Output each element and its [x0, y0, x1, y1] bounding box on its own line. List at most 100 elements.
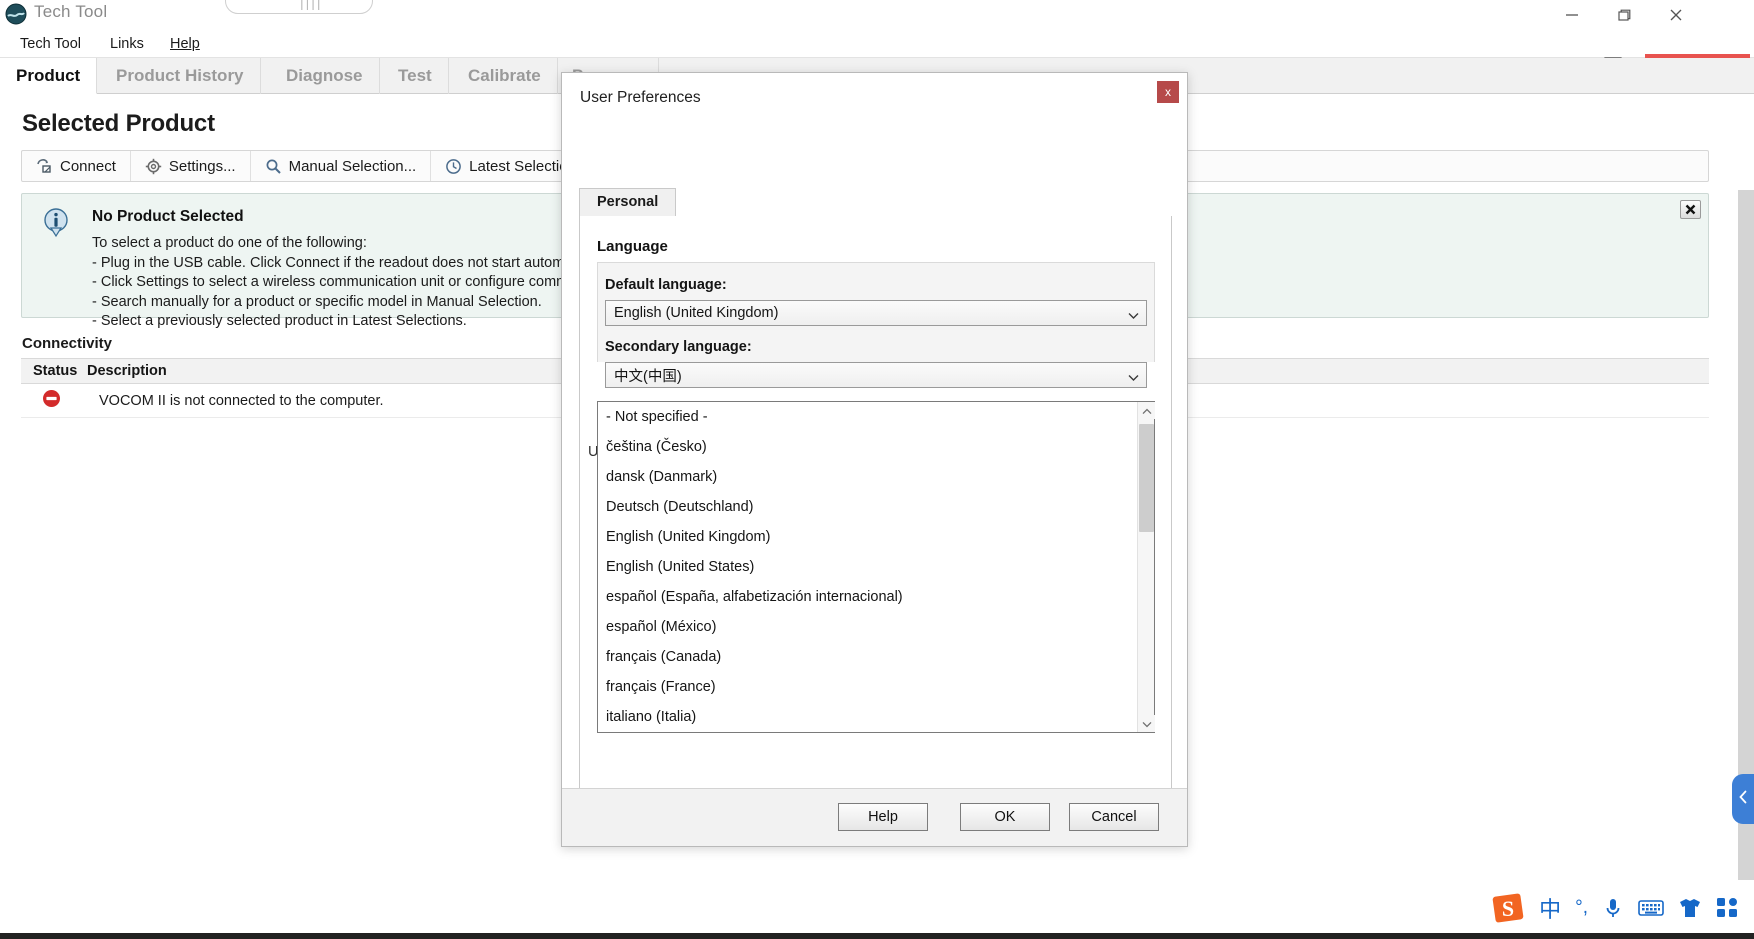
menu-label: Help — [170, 36, 200, 52]
ime-toolbar: S 中 °, — [1483, 888, 1746, 928]
info-icon — [42, 208, 70, 238]
svg-text:S: S — [1502, 896, 1514, 921]
tab-test[interactable]: Test — [382, 58, 449, 94]
dropdown-option[interactable]: français (France) — [598, 672, 1138, 702]
connect-icon — [36, 158, 53, 175]
cancel-button[interactable]: Cancel — [1069, 803, 1159, 831]
dropdown-option[interactable]: italiano (Italia) — [598, 702, 1138, 732]
help-button[interactable]: Help — [838, 803, 928, 831]
side-panel-toggle[interactable] — [1732, 774, 1754, 824]
dialog-close-button[interactable]: x — [1157, 81, 1179, 103]
dropdown-option-list: - Not specified - čeština (Česko) dansk … — [598, 402, 1138, 732]
menu-label: Links — [110, 36, 144, 52]
clock-icon — [445, 158, 462, 175]
titlebar-ghost-ticks: |||| — [300, 0, 323, 10]
dialog-footer: Help OK Cancel — [562, 788, 1187, 846]
button-label: OK — [995, 809, 1016, 825]
dropdown-option[interactable]: español (México) — [598, 612, 1138, 642]
status-cell — [21, 389, 81, 413]
tab-product[interactable]: Product — [0, 58, 97, 94]
secondary-language-value: 中文(中国) — [606, 365, 682, 386]
app-logo-icon — [4, 2, 28, 26]
taskbar: S 中 °, — [0, 880, 1754, 939]
tab-personal[interactable]: Personal — [579, 188, 676, 216]
scroll-up-button[interactable] — [1138, 402, 1155, 419]
default-language-combobox[interactable]: English (United Kingdom) — [605, 300, 1147, 326]
dialog-title: User Preferences — [580, 89, 701, 107]
menu-label: Tech Tool — [20, 36, 81, 52]
ok-button[interactable]: OK — [960, 803, 1050, 831]
titlebar-ghost-pill — [225, 0, 373, 14]
tab-label: Product History — [116, 66, 244, 85]
skin-icon[interactable] — [1678, 897, 1702, 919]
user-preferences-dialog: User Preferences x Personal Language Def… — [561, 72, 1188, 847]
dropdown-option[interactable]: français (Canada) — [598, 642, 1138, 672]
menu-item-links[interactable]: Links — [100, 30, 154, 58]
dropdown-option[interactable]: - Not specified - — [598, 402, 1138, 432]
infobox-line: - Select a previously selected product i… — [92, 312, 630, 332]
error-icon — [42, 389, 61, 413]
infobox-close-button[interactable] — [1680, 200, 1701, 219]
menu-item-tech-tool[interactable]: Tech Tool — [10, 30, 91, 58]
microphone-icon[interactable] — [1602, 896, 1624, 920]
menubar: Tech Tool Links Help Volvo Trucks — [0, 30, 1754, 58]
chevron-down-icon — [1142, 715, 1152, 733]
window-titlebar: Tech Tool |||| — [0, 0, 1754, 30]
dropdown-option[interactable]: English (United Kingdom) — [598, 522, 1138, 552]
dropdown-scrollbar[interactable] — [1137, 402, 1154, 732]
default-language-value: English (United Kingdom) — [606, 305, 778, 321]
infobox-line: - Plug in the USB cable. Click Connect i… — [92, 254, 630, 274]
toolbar-label: Manual Selection... — [289, 158, 417, 175]
column-header-description: Description — [81, 363, 167, 379]
window-maximize-button[interactable] — [1598, 0, 1650, 30]
keyboard-icon[interactable] — [1638, 898, 1664, 918]
tab-label: Test — [398, 66, 432, 85]
punctuation-icon[interactable]: °, — [1575, 897, 1588, 919]
chinese-mode-icon[interactable]: 中 — [1539, 892, 1561, 924]
button-label: Help — [868, 809, 898, 825]
page-title: Selected Product — [22, 110, 215, 138]
tab-calibrate[interactable]: Calibrate — [452, 58, 558, 94]
infobox-title: No Product Selected — [92, 208, 244, 226]
tab-label: Product — [16, 66, 80, 85]
scroll-down-button[interactable] — [1138, 715, 1155, 732]
dropdown-option[interactable]: español (España, alfabetización internac… — [598, 582, 1138, 612]
sogou-logo-icon[interactable]: S — [1491, 891, 1525, 925]
page-edge-strip — [1738, 190, 1754, 939]
tab-label: Calibrate — [468, 66, 541, 85]
secondary-language-dropdown[interactable]: - Not specified - čeština (Česko) dansk … — [597, 401, 1155, 733]
dropdown-option[interactable]: čeština (Česko) — [598, 432, 1138, 462]
infobox-body: To select a product do one of the follow… — [92, 234, 630, 332]
description-cell: VOCOM II is not connected to the compute… — [81, 393, 384, 409]
taskbar-bottom-strip — [0, 933, 1754, 939]
window-close-button[interactable] — [1650, 0, 1702, 30]
language-group-title: Language — [597, 238, 668, 255]
gear-icon — [145, 158, 162, 175]
column-header-status: Status — [21, 363, 81, 379]
infobox-line: - Click Settings to select a wireless co… — [92, 273, 630, 293]
connect-button[interactable]: Connect — [22, 151, 131, 181]
chevron-down-icon — [1128, 369, 1139, 387]
infobox-line: - Search manually for a product or speci… — [92, 293, 630, 313]
dropdown-option[interactable]: dansk (Danmark) — [598, 462, 1138, 492]
infobox-line: To select a product do one of the follow… — [92, 234, 630, 254]
settings-button[interactable]: Settings... — [131, 151, 251, 181]
secondary-language-combobox[interactable]: 中文(中国) — [605, 362, 1147, 388]
dropdown-option[interactable]: English (United States) — [598, 552, 1138, 582]
tab-label: Diagnose — [286, 66, 363, 85]
dialog-panel: Language Default language: English (Unit… — [579, 216, 1172, 841]
menu-item-help[interactable]: Help — [160, 30, 210, 58]
tab-product-history[interactable]: Product History — [100, 58, 261, 94]
toolbar-label: Connect — [60, 158, 116, 175]
button-label: Cancel — [1091, 809, 1136, 825]
scrollbar-thumb[interactable] — [1139, 424, 1154, 532]
tab-diagnose[interactable]: Diagnose — [270, 58, 380, 94]
manual-selection-button[interactable]: Manual Selection... — [251, 151, 432, 181]
chevron-up-icon — [1142, 402, 1152, 420]
toolbox-icon[interactable] — [1716, 897, 1738, 919]
dropdown-option[interactable]: Deutsch (Deutschland) — [598, 492, 1138, 522]
search-icon — [265, 158, 282, 175]
default-language-label: Default language: — [605, 277, 727, 293]
window-minimize-button[interactable] — [1546, 0, 1598, 30]
window-title: Tech Tool — [34, 2, 107, 22]
